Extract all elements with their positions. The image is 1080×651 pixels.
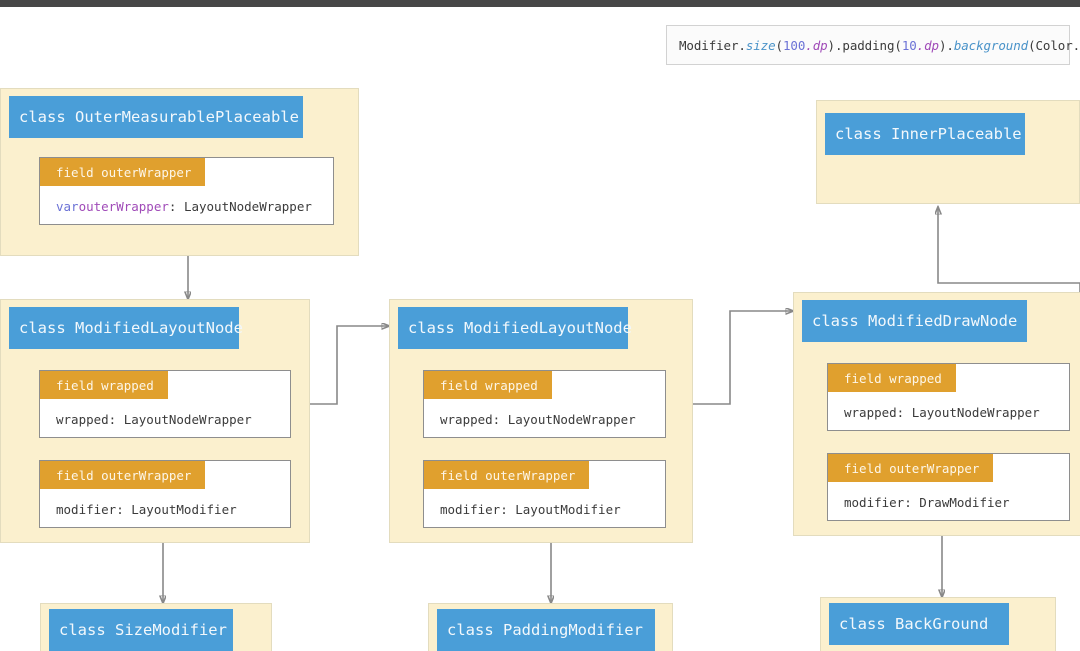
code-token-0: Modifier. bbox=[679, 37, 746, 53]
class-card-background[interactable]: class BackGround bbox=[820, 597, 1056, 651]
code-token-8: ). bbox=[938, 37, 954, 53]
field-body-size-outer-wrapper: modifier: LayoutModifier bbox=[56, 501, 237, 517]
field-box-draw-wrapped[interactable]: field wrapped wrapped: LayoutNodeWrapper bbox=[827, 363, 1070, 431]
class-title-inner-placeable: class InnerPlaceable bbox=[825, 113, 1025, 155]
modifier-code-snippet: Modifier. size ( 100 .dp ).padding( 10 .… bbox=[666, 25, 1080, 65]
class-card-outer-measurable-placeable[interactable]: class OuterMeasurablePlaceable field out… bbox=[0, 88, 359, 256]
field-box-padding-wrapped[interactable]: field wrapped wrapped: LayoutNodeWrapper bbox=[423, 370, 666, 438]
field-body-draw-wrapped: wrapped: LayoutNodeWrapper bbox=[844, 404, 1040, 420]
window-titlebar bbox=[0, 0, 1080, 7]
code-token-7: .dp bbox=[916, 37, 939, 53]
code-token-2: ( bbox=[775, 37, 784, 53]
code-token-4: .dp bbox=[805, 37, 828, 53]
field-box-draw-outer-wrapper[interactable]: field outerWrapper modifier: DrawModifie… bbox=[827, 453, 1070, 521]
class-card-modified-layout-node-size[interactable]: class ModifiedLayoutNode field wrapped w… bbox=[0, 299, 310, 543]
field-label-outer-wrapper: field outerWrapper bbox=[40, 158, 206, 186]
field-label-size-outer-wrapper: field outerWrapper bbox=[40, 461, 206, 489]
code-token-6: 10 bbox=[901, 37, 917, 53]
class-title-size-modifier: class SizeModifier bbox=[49, 609, 233, 651]
code-token-10: (Color. bbox=[1028, 37, 1080, 53]
class-title-modified-draw-node: class ModifiedDrawNode bbox=[802, 300, 1027, 342]
field-label-padding-wrapped: field wrapped bbox=[424, 371, 552, 399]
code-token-9: background bbox=[953, 37, 1029, 53]
field-label-draw-outer-wrapper: field outerWrapper bbox=[828, 454, 994, 482]
field-body-padding-wrapped: wrapped: LayoutNodeWrapper bbox=[440, 411, 636, 427]
field-body-outer-wrapper: var outerWrapper: LayoutNodeWrapper bbox=[40, 188, 333, 224]
field-box-outer-wrapper[interactable]: field outerWrapper var outerWrapper: Lay… bbox=[39, 157, 334, 225]
field-box-padding-outer-wrapper[interactable]: field outerWrapper modifier: LayoutModif… bbox=[423, 460, 666, 528]
field-body-padding-outer-wrapper: modifier: LayoutModifier bbox=[440, 501, 621, 517]
code-token-1: size bbox=[745, 37, 776, 53]
diagram-canvas: Modifier. size ( 100 .dp ).padding( 10 .… bbox=[0, 0, 1080, 651]
field-type-layout-node-wrapper: : LayoutNodeWrapper bbox=[168, 198, 312, 214]
class-title-padding-modifier: class PaddingModifier bbox=[437, 609, 655, 651]
field-box-size-outer-wrapper[interactable]: field outerWrapper modifier: LayoutModif… bbox=[39, 460, 291, 528]
field-label-padding-outer-wrapper: field outerWrapper bbox=[424, 461, 590, 489]
class-title-modified-layout-node-padding: class ModifiedLayoutNode bbox=[398, 307, 632, 349]
field-label-size-wrapped: field wrapped bbox=[40, 371, 168, 399]
class-card-modified-layout-node-padding[interactable]: class ModifiedLayoutNode field wrapped w… bbox=[389, 299, 693, 543]
field-keyword-var: var bbox=[56, 198, 79, 214]
code-token-5: ).padding( bbox=[827, 37, 902, 53]
class-title-background: class BackGround bbox=[829, 603, 1009, 645]
field-body-draw-outer-wrapper: modifier: DrawModifier bbox=[844, 494, 1010, 510]
field-varname-outer-wrapper: outerWrapper bbox=[78, 198, 169, 214]
field-label-draw-wrapped: field wrapped bbox=[828, 364, 956, 392]
field-box-size-wrapped[interactable]: field wrapped wrapped: LayoutNodeWrapper bbox=[39, 370, 291, 438]
class-card-size-modifier[interactable]: class SizeModifier bbox=[40, 603, 272, 651]
field-body-size-wrapped: wrapped: LayoutNodeWrapper bbox=[56, 411, 252, 427]
class-title-modified-layout-node-size: class ModifiedLayoutNode bbox=[9, 307, 243, 349]
class-card-padding-modifier[interactable]: class PaddingModifier bbox=[428, 603, 673, 651]
class-title-outer-measurable-placeable: class OuterMeasurablePlaceable bbox=[9, 96, 303, 138]
code-token-3: 100 bbox=[782, 37, 806, 53]
class-card-modified-draw-node[interactable]: class ModifiedDrawNode field wrapped wra… bbox=[793, 292, 1080, 536]
class-card-inner-placeable[interactable]: class InnerPlaceable bbox=[816, 100, 1080, 204]
